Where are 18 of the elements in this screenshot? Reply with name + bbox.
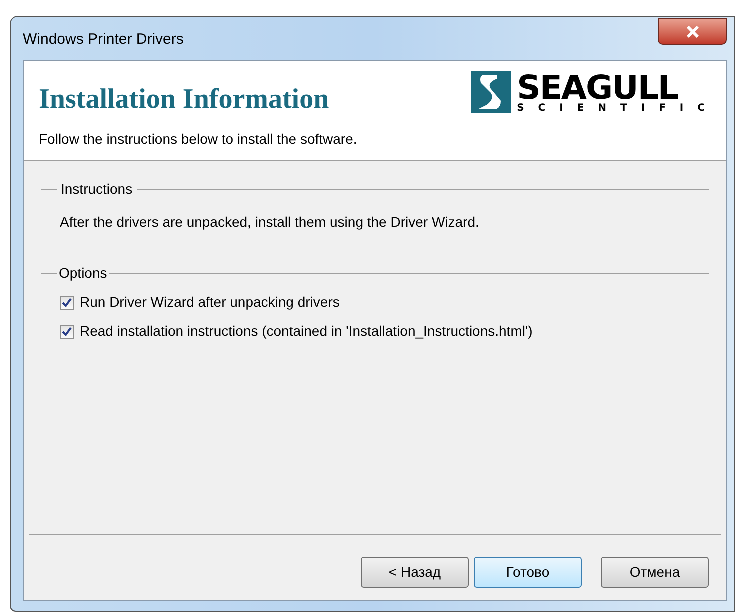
checkbox[interactable] [60,296,74,310]
group-label: Options [59,264,108,283]
page-subtitle: Follow the instructions below to install the software. [39,130,358,149]
checkbox-label[interactable]: Run Driver Wizard after unpacking drivers [80,292,340,313]
dialog-button[interactable]: < Назад [361,557,469,588]
group-label: Instructions [61,180,133,199]
page-title: Installation Information [39,83,330,117]
logo-tagline: SCIENTIFIC [517,104,719,114]
dialog-button[interactable]: Готово [474,557,582,588]
close-button[interactable] [658,18,727,45]
logo-text: SEAGULL [517,70,678,104]
close-icon [686,26,700,38]
instructions-text: After the drivers are unpacked, install them using the Driver Wizard. [60,213,480,232]
checkbox[interactable] [60,324,74,338]
window-title: Windows Printer Drivers [23,30,184,50]
logo-icon [471,71,512,113]
checkbox-label[interactable]: Read installation instructions (contained in 'Installation_Instructions.html') [80,321,533,342]
dialog-button[interactable]: Отмена [601,557,709,588]
